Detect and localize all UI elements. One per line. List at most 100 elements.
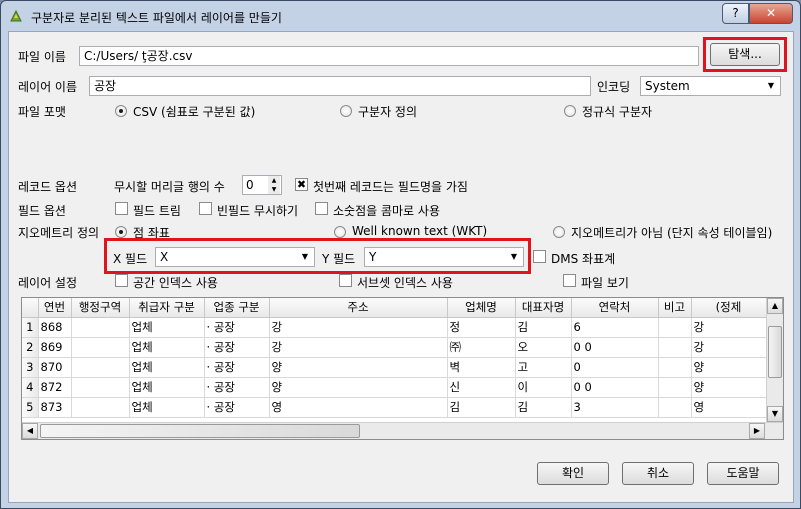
table-cell[interactable]: 0 (571, 357, 659, 378)
file-name-input[interactable]: C:/Users/ ţ공장.csv (79, 46, 699, 66)
table-row[interactable]: 2 869 업체 · 공장 강 ㈜ 오 0 0강 (22, 337, 767, 358)
table-cell[interactable]: 0 0 (571, 377, 659, 398)
table-cell[interactable] (658, 337, 692, 358)
table-cell[interactable]: 강 (269, 337, 448, 358)
skip-empty-checkbox[interactable] (199, 202, 212, 215)
table-cell[interactable]: 업체 (129, 317, 205, 338)
table-cell[interactable]: 873 (38, 397, 72, 418)
help-button[interactable]: 도움말 (707, 462, 779, 485)
table-cell[interactable]: 양 (269, 377, 448, 398)
table-cell[interactable]: 0 0 (571, 337, 659, 358)
horizontal-scroll-thumb[interactable] (40, 424, 360, 438)
help-title-button[interactable]: ? (722, 3, 749, 24)
table-cell[interactable] (658, 377, 692, 398)
table-cell[interactable]: · 공장 (204, 397, 270, 418)
table-cell[interactable]: · 공장 (204, 337, 270, 358)
ok-button[interactable]: 확인 (537, 462, 609, 485)
column-header[interactable]: 연번 (38, 298, 72, 318)
close-button[interactable]: ✕ (749, 3, 793, 24)
table-cell[interactable]: 업체 (129, 337, 205, 358)
no-geometry-radio[interactable] (553, 226, 565, 238)
table-cell[interactable]: ㈜ (447, 337, 516, 358)
table-cell[interactable]: 업체 (129, 397, 205, 418)
title-bar[interactable]: 구분자로 분리된 텍스트 파일에서 레이어를 만들기 ? ✕ (1, 1, 800, 31)
format-custom-radio[interactable] (340, 105, 352, 117)
table-cell[interactable]: 업체 (129, 377, 205, 398)
column-header[interactable]: 업체명 (447, 298, 516, 318)
watch-file-checkbox[interactable] (563, 274, 576, 287)
table-cell[interactable] (658, 357, 692, 378)
scroll-down-icon[interactable]: ▼ (767, 406, 783, 422)
scroll-right-icon[interactable]: ▶ (749, 423, 765, 439)
table-cell[interactable]: 양 (691, 357, 767, 378)
column-header[interactable]: 대표자명 (515, 298, 572, 318)
table-cell[interactable]: 870 (38, 357, 72, 378)
table-cell[interactable]: 김 (515, 317, 572, 338)
point-coordinates-radio[interactable] (115, 226, 127, 238)
table-cell[interactable]: 3 (571, 397, 659, 418)
wkt-radio[interactable] (334, 226, 346, 238)
table-cell[interactable]: 영 (691, 397, 767, 418)
vertical-scroll-thumb[interactable] (768, 326, 782, 378)
table-cell[interactable]: · 공장 (204, 317, 270, 338)
table-cell[interactable]: 868 (38, 317, 72, 338)
table-cell[interactable]: 영 (269, 397, 448, 418)
row-number[interactable]: 2 (22, 337, 39, 358)
row-number[interactable]: 1 (22, 317, 39, 338)
column-header[interactable]: (정제 (691, 298, 767, 318)
table-cell[interactable]: 강 (691, 337, 767, 358)
table-cell[interactable]: 양 (269, 357, 448, 378)
spin-up-icon[interactable]: ▲ (268, 176, 280, 185)
format-csv-radio[interactable] (115, 105, 127, 117)
sample-data-table[interactable]: 연번 행정구역 취급자 구분 업종 구분 주소 업체명 대표자명 연락처 비고 … (21, 297, 784, 440)
table-cell[interactable]: 김 (515, 397, 572, 418)
column-header[interactable]: 연락처 (571, 298, 659, 318)
table-row[interactable]: 4 872 업체 · 공장 양 신 이 0 0양 (22, 377, 767, 398)
layer-name-input[interactable]: 공장 (89, 76, 591, 96)
table-cell[interactable] (71, 357, 130, 378)
table-cell[interactable] (71, 377, 130, 398)
table-cell[interactable]: 6 (571, 317, 659, 338)
table-cell[interactable]: 정 (447, 317, 516, 338)
subset-index-checkbox[interactable] (339, 274, 352, 287)
column-header[interactable]: 업종 구분 (204, 298, 270, 318)
first-record-checkbox[interactable]: ✖ (295, 178, 308, 191)
scroll-up-icon[interactable]: ▲ (767, 298, 783, 314)
column-header[interactable]: 비고 (658, 298, 692, 318)
table-cell[interactable]: 869 (38, 337, 72, 358)
table-cell[interactable] (71, 397, 130, 418)
column-header[interactable]: 주소 (269, 298, 448, 318)
table-cell[interactable]: · 공장 (204, 377, 270, 398)
table-cell[interactable]: 고 (515, 357, 572, 378)
encoding-select[interactable]: System ▼ (640, 76, 781, 96)
table-cell[interactable]: · 공장 (204, 357, 270, 378)
table-cell[interactable]: 양 (691, 377, 767, 398)
table-row[interactable]: 5 873 업체 · 공장 영 김 김 3 영 (22, 397, 767, 418)
table-vertical-scrollbar[interactable]: ▲ ▼ (766, 298, 783, 422)
cancel-button[interactable]: 취소 (622, 462, 694, 485)
table-cell[interactable]: 벽 (447, 357, 516, 378)
column-header[interactable]: 행정구역 (71, 298, 130, 318)
table-cell[interactable] (658, 317, 692, 338)
table-cell[interactable]: 강 (269, 317, 448, 338)
row-number[interactable]: 4 (22, 377, 39, 398)
decimal-comma-checkbox[interactable] (315, 202, 328, 215)
scroll-left-icon[interactable]: ◀ (22, 423, 38, 439)
spatial-index-checkbox[interactable] (115, 274, 128, 287)
table-cell[interactable] (71, 317, 130, 338)
table-cell[interactable]: 오 (515, 337, 572, 358)
spin-down-icon[interactable]: ▼ (268, 185, 280, 194)
skip-lines-spinbox[interactable]: 0 ▲ ▼ (242, 175, 282, 195)
trim-fields-checkbox[interactable] (115, 202, 128, 215)
format-regex-radio[interactable] (564, 105, 576, 117)
table-cell[interactable]: 업체 (129, 357, 205, 378)
dms-checkbox[interactable] (533, 250, 546, 263)
table-cell[interactable]: 872 (38, 377, 72, 398)
table-cell[interactable]: 강 (691, 317, 767, 338)
table-cell[interactable]: 이 (515, 377, 572, 398)
table-cell[interactable]: 신 (447, 377, 516, 398)
table-row[interactable]: 3 870 업체 · 공장 양 벽 고 0 양 (22, 357, 767, 378)
table-row[interactable]: 1 868 업체 · 공장 강 정 김6강 (22, 317, 767, 338)
table-cell[interactable] (71, 337, 130, 358)
table-cell[interactable]: 김 (447, 397, 516, 418)
